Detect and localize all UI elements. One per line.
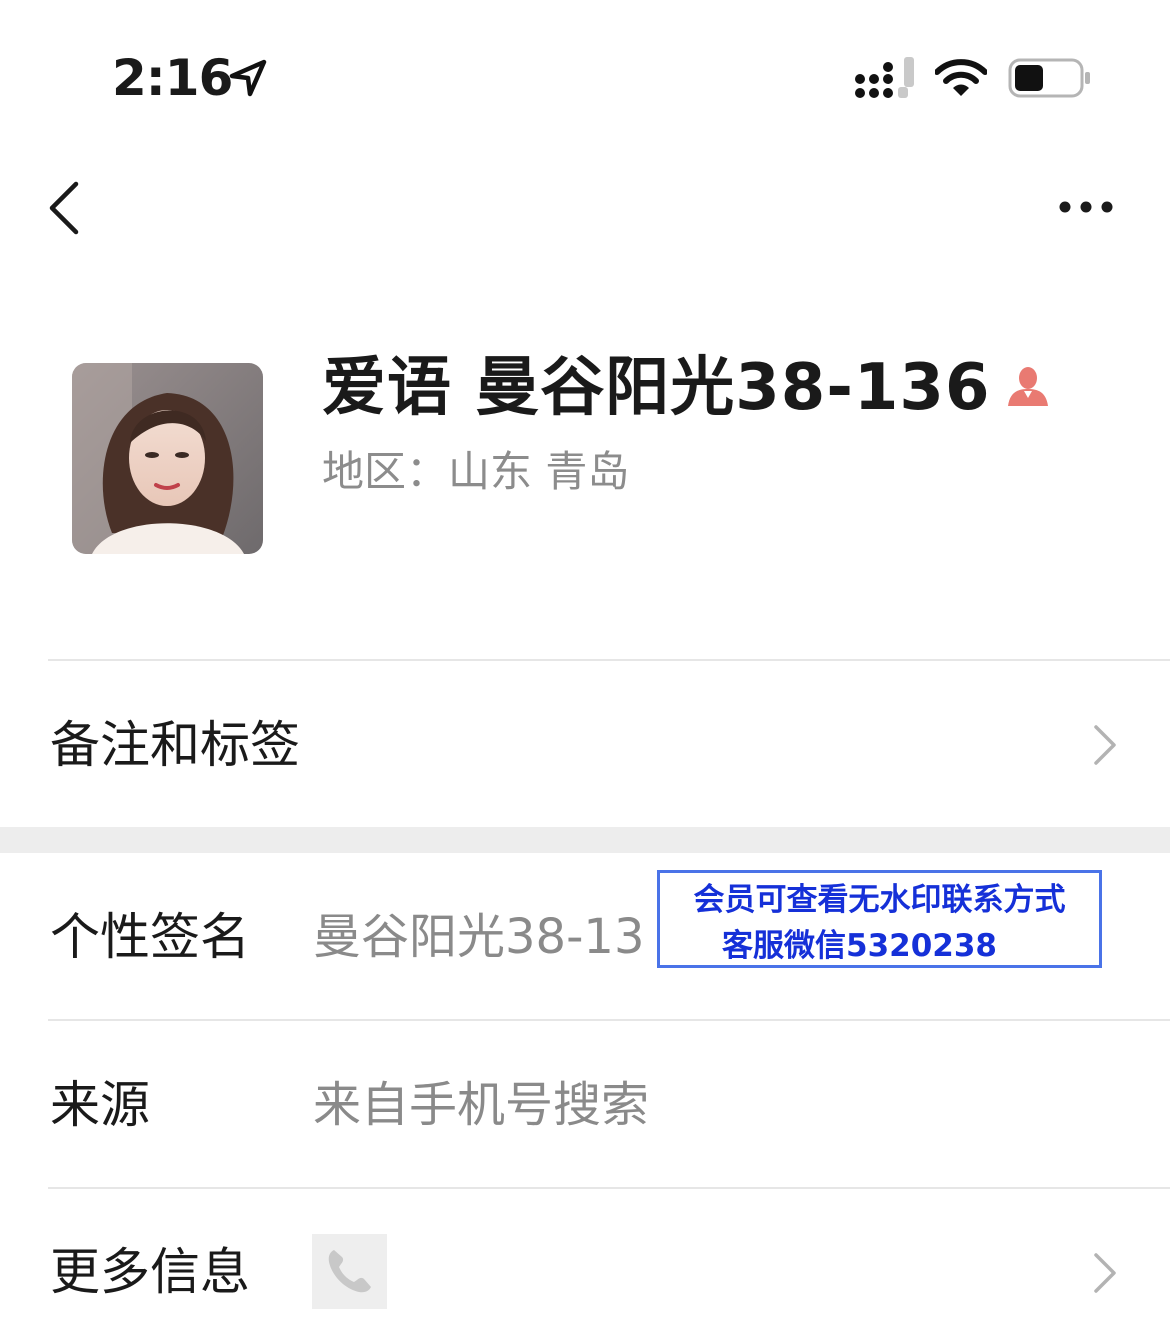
signal-icon [855, 57, 914, 98]
customer-service-icon [1008, 367, 1048, 406]
more-info-label: 更多信息 [50, 1243, 250, 1301]
source-value: 来自手机号搜索 [313, 1077, 650, 1133]
more-info-row[interactable]: 更多信息 [0, 1189, 1170, 1343]
battery-icon [1008, 58, 1090, 98]
status-time: 2:16 [112, 49, 233, 107]
location-arrow-icon [229, 59, 267, 97]
source-label: 来源 [50, 1076, 150, 1134]
watermark-line1: 会员可查看无水印联系方式 [693, 882, 1066, 918]
more-icon[interactable] [1055, 194, 1117, 220]
avatar[interactable] [72, 363, 263, 554]
status-bar: 2:16 [0, 0, 1170, 150]
contact-name: 爱语 曼谷阳光38-136 [322, 351, 991, 425]
wifi-icon [935, 59, 987, 96]
source-row: 来源 来自手机号搜索 [0, 1021, 1170, 1187]
watermark-line2: 客服微信5320238 [722, 928, 997, 964]
signature-label: 个性签名 [50, 908, 250, 966]
remark-tags-row[interactable]: 备注和标签 [0, 661, 1170, 827]
region-text: 地区：山东 青岛 [322, 447, 630, 496]
back-icon[interactable] [44, 180, 88, 236]
section-gap [0, 827, 1170, 853]
chevron-right-icon [1094, 725, 1116, 765]
phone-icon [312, 1234, 387, 1309]
watermark-badge: 会员可查看无水印联系方式 客服微信5320238 [657, 870, 1102, 968]
remark-tags-label: 备注和标签 [50, 716, 300, 774]
signature-value: 曼谷阳光38-13 [313, 909, 645, 965]
chevron-right-icon [1094, 1253, 1116, 1293]
avatar-photo [72, 363, 263, 554]
